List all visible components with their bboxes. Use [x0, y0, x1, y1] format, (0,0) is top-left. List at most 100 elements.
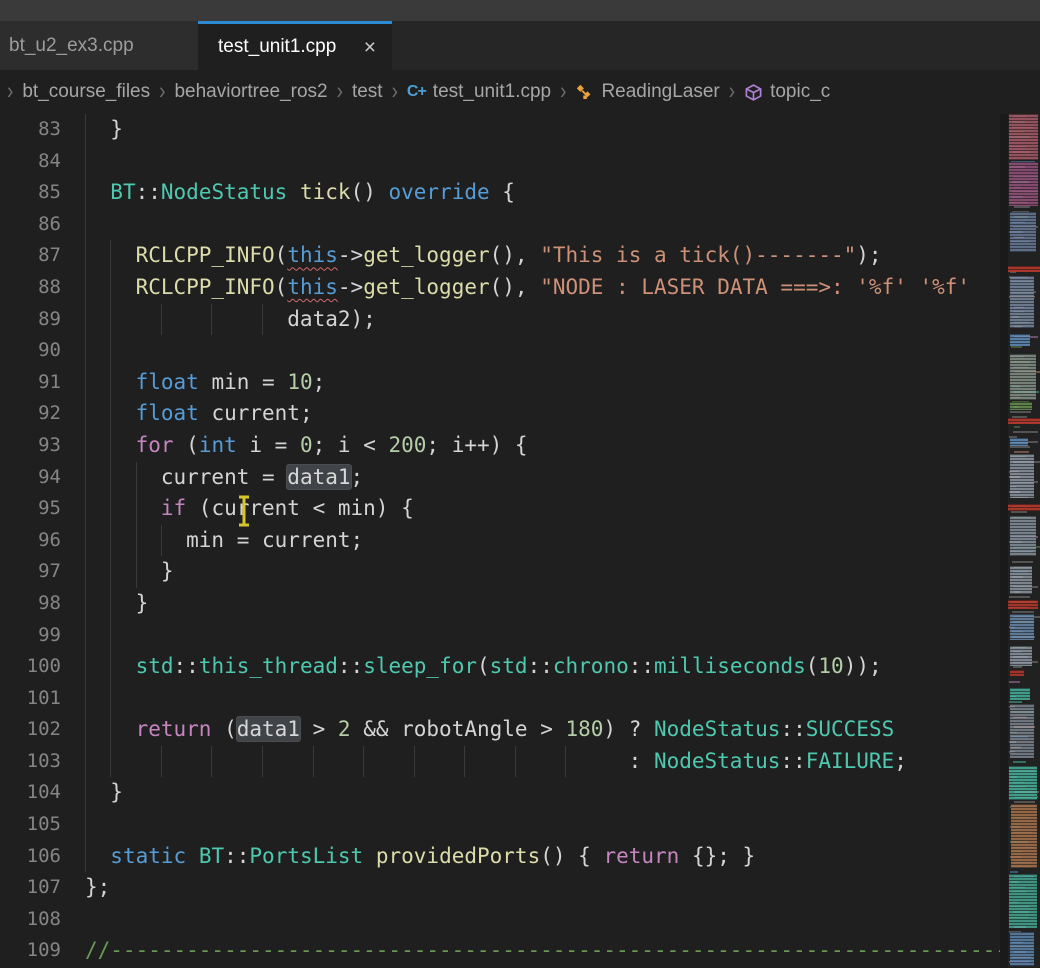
editor-tab-bar: bt_u2_ex3.cpp test_unit1.cpp × — [0, 21, 1040, 70]
indent-guide — [85, 335, 86, 367]
code-editor[interactable]: 83 }8485 BT::NodeStatus tick() override … — [0, 114, 1003, 968]
code-text — [85, 683, 1003, 715]
code-line-84[interactable]: 84 — [0, 146, 1003, 178]
code-token: min = current; — [85, 528, 363, 552]
minimap-block — [1010, 354, 1036, 400]
minimap-line — [1014, 426, 1020, 428]
code-line-93[interactable]: 93 for (int i = 0; i < 200; i++) { — [0, 430, 1003, 462]
breadcrumb-item-behaviortree-ros2[interactable]: behaviortree_ros2 — [174, 81, 327, 103]
code-token: for — [136, 433, 174, 457]
code-line-85[interactable]: 85 BT::NodeStatus tick() override { — [0, 177, 1003, 209]
minimap-block — [1010, 566, 1032, 594]
indent-guide — [85, 620, 86, 652]
code-text: std::this_thread::sleep_for(std::chrono:… — [85, 651, 1003, 683]
line-number: 92 — [0, 398, 61, 430]
line-number: 91 — [0, 367, 61, 399]
code-token: ; i++) { — [426, 433, 527, 457]
code-token — [186, 844, 199, 868]
code-line-94[interactable]: 94 current = data1; — [0, 462, 1003, 494]
tab-test-unit1[interactable]: test_unit1.cpp × — [198, 21, 392, 70]
breadcrumb-item-test-unit1-cpp[interactable]: C+test_unit1.cpp — [407, 81, 551, 103]
code-line-99[interactable]: 99 — [0, 620, 1003, 652]
code-token: :: — [528, 654, 553, 678]
tab-bt-u2-ex3[interactable]: bt_u2_ex3.cpp — [0, 21, 198, 70]
code-token: ( — [174, 433, 199, 457]
minimap-block — [1010, 402, 1032, 410]
code-token: std — [490, 654, 528, 678]
line-number: 96 — [0, 525, 61, 557]
code-text: RCLCPP_INFO(this->get_logger(), "This is… — [85, 240, 1003, 272]
class-icon — [575, 83, 594, 102]
minimap-line — [1013, 666, 1022, 668]
code-line-96[interactable]: 96 min = current; — [0, 525, 1003, 557]
code-token: 10 — [818, 654, 843, 678]
code-line-88[interactable]: 88 RCLCPP_INFO(this->get_logger(), "NODE… — [0, 272, 1003, 304]
code-line-109[interactable]: 109//-----------------------------------… — [0, 935, 1003, 967]
code-token: (), — [490, 275, 541, 299]
indent-guide — [110, 683, 111, 715]
code-line-83[interactable]: 83 } — [0, 114, 1003, 146]
code-token: -> — [338, 243, 363, 267]
code-line-90[interactable]: 90 — [0, 335, 1003, 367]
indent-guide — [85, 683, 86, 715]
line-number: 94 — [0, 462, 61, 494]
code-token: return — [603, 844, 679, 868]
code-token: NodeStatus — [654, 749, 780, 773]
code-line-87[interactable]: 87 RCLCPP_INFO(this->get_logger(), "This… — [0, 240, 1003, 272]
breadcrumb-item-test[interactable]: test — [352, 81, 383, 103]
code-line-97[interactable]: 97 } — [0, 556, 1003, 588]
cube-icon — [744, 83, 763, 102]
code-text — [85, 809, 1003, 841]
code-line-89[interactable]: 89 data2); — [0, 304, 1003, 336]
code-token: int — [199, 433, 237, 457]
code-line-86[interactable]: 86 — [0, 209, 1003, 241]
code-line-95[interactable]: 95 if (current < min) { — [0, 493, 1003, 525]
code-token — [363, 844, 376, 868]
minimap-block — [1010, 704, 1034, 758]
code-token: -> — [338, 275, 363, 299]
code-token: //--------------------------------------… — [85, 938, 1003, 962]
code-line-102[interactable]: 102 return (data1 > 2 && robotAngle > 18… — [0, 714, 1003, 746]
code-line-91[interactable]: 91 float min = 10; — [0, 367, 1003, 399]
breadcrumb-item-bt-course-files[interactable]: bt_course_files — [22, 81, 150, 103]
minimap-block — [1009, 162, 1038, 206]
code-line-107[interactable]: 107}; — [0, 872, 1003, 904]
line-number: 103 — [0, 746, 61, 778]
chevron-right-icon: › — [392, 78, 398, 106]
code-line-106[interactable]: 106 static BT::PortsList providedPorts()… — [0, 841, 1003, 873]
code-line-108[interactable]: 108 — [0, 904, 1003, 936]
line-number: 97 — [0, 556, 61, 588]
code-line-105[interactable]: 105 — [0, 809, 1003, 841]
code-token: :: — [780, 717, 805, 741]
line-number: 100 — [0, 651, 61, 683]
code-token: 0 — [300, 433, 313, 457]
indent-guide — [85, 209, 86, 241]
close-icon[interactable]: × — [364, 37, 376, 58]
minimap[interactable] — [1008, 114, 1040, 968]
code-text: float current; — [85, 398, 1003, 430]
minimap-block — [1009, 874, 1037, 928]
code-token: () — [351, 180, 389, 204]
line-number: 95 — [0, 493, 61, 525]
line-number: 104 — [0, 777, 61, 809]
code-token — [85, 717, 136, 741]
minimap-block — [1009, 766, 1037, 800]
code-line-101[interactable]: 101 — [0, 683, 1003, 715]
code-text: return (data1 > 2 && robotAngle > 180) ?… — [85, 714, 1003, 746]
code-line-104[interactable]: 104 } — [0, 777, 1003, 809]
code-line-92[interactable]: 92 float current; — [0, 398, 1003, 430]
code-text — [85, 209, 1003, 241]
code-token — [85, 370, 136, 394]
code-token: ( — [275, 275, 288, 299]
code-token: 180 — [565, 717, 603, 741]
breadcrumb-label: bt_course_files — [22, 81, 150, 103]
breadcrumb-item-topic-c[interactable]: topic_c — [744, 81, 830, 103]
chevron-right-icon: › — [729, 78, 735, 106]
code-line-98[interactable]: 98 } — [0, 588, 1003, 620]
indent-guide — [110, 620, 111, 652]
code-line-103[interactable]: 103 : NodeStatus::FAILURE; — [0, 746, 1003, 778]
code-token: SUCCESS — [806, 717, 895, 741]
breadcrumb-item-readinglaser[interactable]: ReadingLaser — [575, 81, 719, 103]
code-line-100[interactable]: 100 std::this_thread::sleep_for(std::chr… — [0, 651, 1003, 683]
code-token: return — [136, 717, 212, 741]
